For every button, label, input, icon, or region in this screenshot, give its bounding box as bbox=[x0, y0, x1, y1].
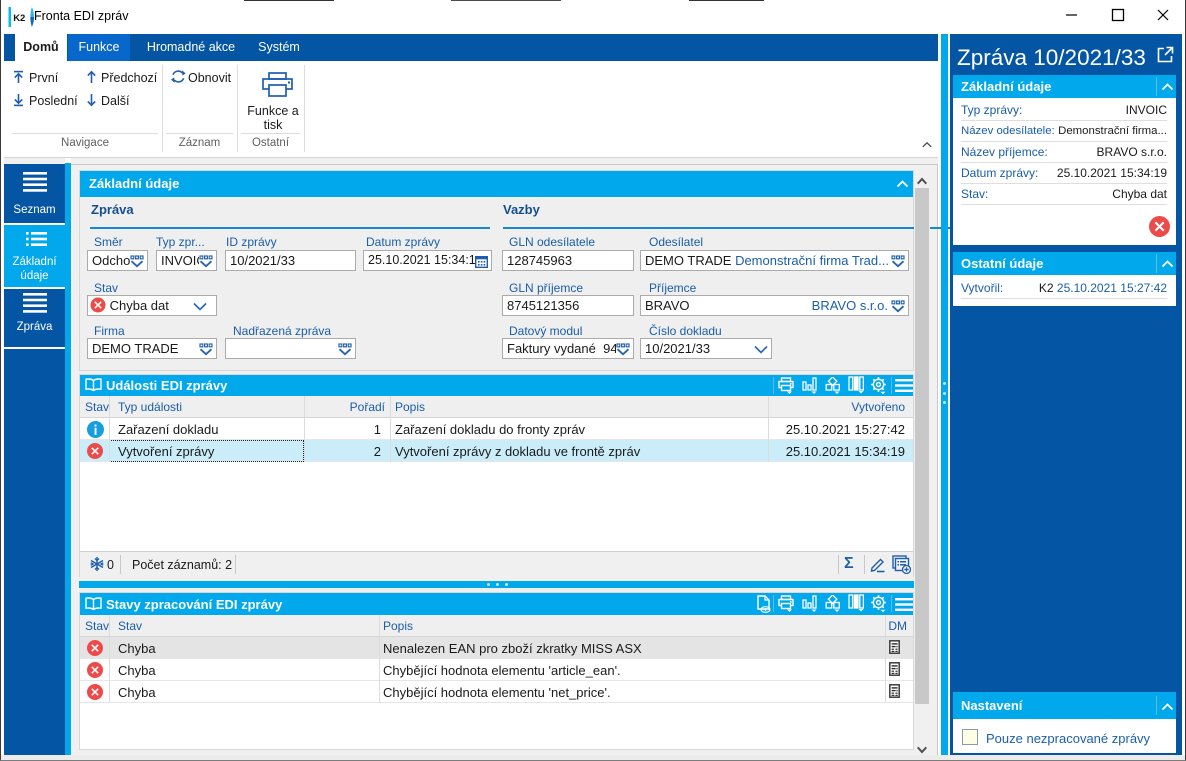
svg-text:K2: K2 bbox=[13, 13, 25, 24]
